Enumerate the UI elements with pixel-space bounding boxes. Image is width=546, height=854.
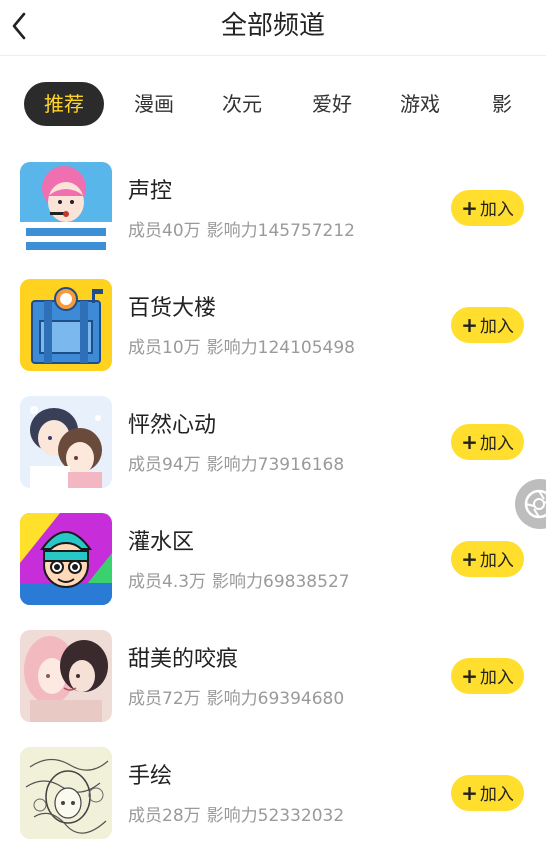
channel-avatar [20,162,112,254]
channel-stats: 成员94万 影响力73916168 [128,454,344,476]
channel-name: 怦然心动 [128,413,217,438]
channel-avatar [20,630,112,722]
plus-icon: + [461,547,478,571]
join-label: 加入 [479,200,514,220]
channel-name: 手绘 [128,764,173,789]
channel-stats: 成员4.3万 影响力69838527 [128,571,350,593]
channel-row[interactable]: 百货大楼 成员10万 影响力124105498 + 加入 [0,267,546,384]
influence-score: 影响力69394680 [206,689,345,709]
tab-comics[interactable]: 漫画 [120,82,188,126]
join-label: 加入 [479,551,514,571]
channel-name: 甜美的咬痕 [128,647,239,672]
channel-row[interactable]: 甜美的咬痕 成员72万 影响力69394680 + 加入 [0,618,546,735]
join-button[interactable]: + 加入 [451,307,524,343]
influence-score: 影响力145757212 [206,221,355,241]
channel-stats: 成员72万 影响力69394680 [128,688,344,710]
channel-row[interactable]: 手绘 成员28万 影响力52332032 + 加入 [0,735,546,852]
channel-row[interactable]: 声控 成员40万 影响力145757212 + 加入 [0,150,546,267]
join-button[interactable]: + 加入 [451,541,524,577]
channel-stats: 成员28万 影响力52332032 [128,805,344,827]
plus-icon: + [461,196,478,220]
tab-recommend[interactable]: 推荐 [24,82,104,126]
join-label: 加入 [479,785,514,805]
tab-games[interactable]: 游戏 [386,82,454,126]
influence-score: 影响力52332032 [206,806,345,826]
plus-icon: + [461,781,478,805]
member-count: 成员94万 [128,455,201,475]
join-label: 加入 [479,668,514,688]
join-button[interactable]: + 加入 [451,775,524,811]
influence-score: 影响力124105498 [206,338,355,358]
tab-hobby[interactable]: 爱好 [298,82,366,126]
member-count: 成员28万 [128,806,201,826]
channel-name: 灌水区 [128,530,195,555]
join-button[interactable]: + 加入 [451,424,524,460]
channel-avatar [20,513,112,605]
channel-row[interactable]: 怦然心动 成员94万 影响力73916168 + 加入 [0,384,546,501]
channel-avatar [20,747,112,839]
category-tabs: 推荐 漫画 次元 爱好 游戏 影 [0,78,546,130]
member-count: 成员40万 [128,221,201,241]
influence-score: 影响力69838527 [212,572,350,592]
tab-film[interactable]: 影 [482,82,522,126]
member-count: 成员10万 [128,338,201,358]
member-count: 成员72万 [128,689,201,709]
plus-icon: + [461,664,478,688]
channel-avatar [20,396,112,488]
top-bar: 全部频道 [0,0,546,56]
join-button[interactable]: + 加入 [451,658,524,694]
channel-stats: 成员10万 影响力124105498 [128,337,355,359]
channel-name: 声控 [128,179,173,204]
camera-shutter-icon [524,489,546,519]
channel-name: 百货大楼 [128,296,217,321]
join-label: 加入 [479,317,514,337]
channel-stats: 成员40万 影响力145757212 [128,220,355,242]
join-button[interactable]: + 加入 [451,190,524,226]
plus-icon: + [461,313,478,337]
influence-score: 影响力73916168 [206,455,345,475]
channel-row[interactable]: 灌水区 成员4.3万 影响力69838527 + 加入 [0,501,546,618]
member-count: 成员4.3万 [128,572,207,592]
join-label: 加入 [479,434,514,454]
page-title: 全部频道 [220,11,325,41]
plus-icon: + [461,430,478,454]
channel-avatar [20,279,112,371]
tab-dimension[interactable]: 次元 [208,82,276,126]
